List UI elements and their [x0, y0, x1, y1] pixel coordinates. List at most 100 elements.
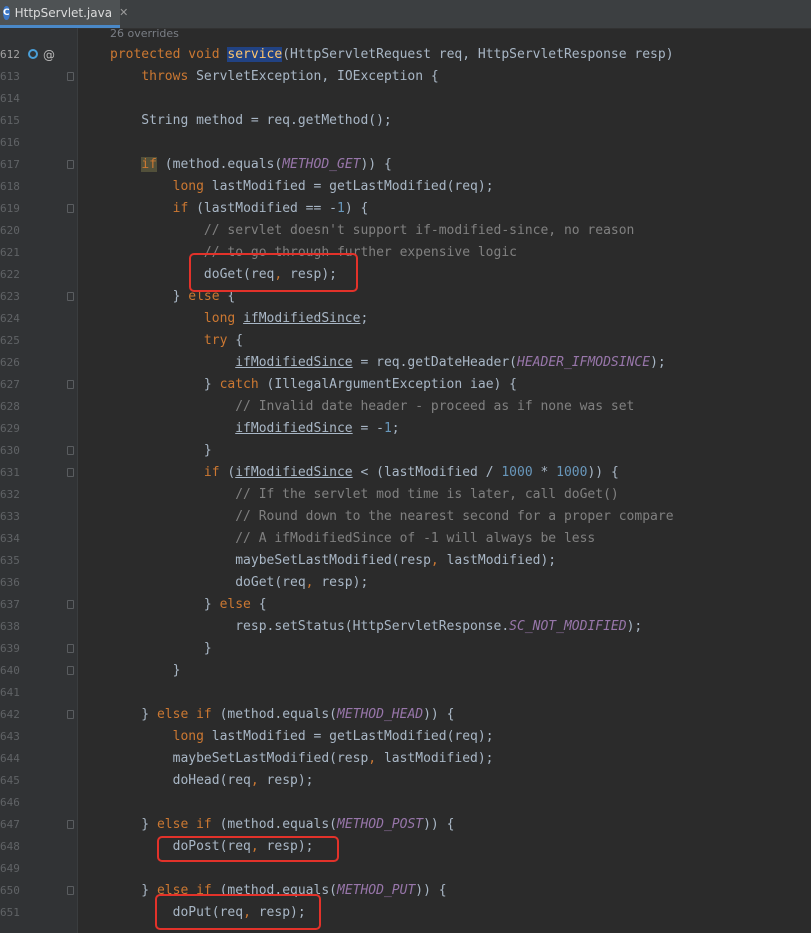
- override-marker-icon[interactable]: @: [43, 44, 55, 66]
- code-line[interactable]: 631 if (ifModifiedSince < (lastModified …: [0, 462, 811, 484]
- code-text: } else if (method.equals(METHOD_PUT)) {: [110, 880, 446, 902]
- code-line[interactable]: 641: [0, 682, 811, 704]
- code-token: doGet(req: [110, 267, 275, 282]
- code-text: doPost(req, resp);: [110, 836, 314, 858]
- code-line[interactable]: 612 @ protected void service(HttpServletRe…: [0, 44, 811, 66]
- code-token: )) {: [587, 465, 619, 480]
- code-line[interactable]: 639 }: [0, 638, 811, 660]
- code-token: ,: [250, 773, 267, 788]
- code-line[interactable]: 643 long lastModified = getLastModified(…: [0, 726, 811, 748]
- code-token: METHOD_POST: [337, 817, 424, 832]
- fold-marker-icon[interactable]: [67, 886, 74, 895]
- code-token: else if: [156, 707, 220, 722]
- code-line[interactable]: 618 long lastModified = getLastModified(…: [0, 176, 811, 198]
- code-text: } else if (method.equals(METHOD_HEAD)) {: [110, 704, 454, 726]
- line-number: 635: [0, 554, 20, 567]
- code-text: maybeSetLastModified(resp, lastModified)…: [110, 550, 556, 572]
- fold-marker-icon[interactable]: [67, 820, 74, 829]
- code-text: String method = req.getMethod();: [110, 110, 391, 132]
- fold-marker-icon[interactable]: [67, 468, 74, 477]
- code-line[interactable]: 630 }: [0, 440, 811, 462]
- code-line[interactable]: 634 // A ifModifiedSince of -1 will alwa…: [0, 528, 811, 550]
- line-number: 644: [0, 752, 20, 765]
- code-line[interactable]: 647 } else if (method.equals(METHOD_POST…: [0, 814, 811, 836]
- code-token: catch: [219, 377, 267, 392]
- code-token: ) {: [344, 201, 369, 216]
- code-text: throws ServletException, IOException {: [110, 66, 438, 88]
- fold-marker-icon[interactable]: [67, 380, 74, 389]
- code-token: 1000: [501, 465, 533, 480]
- code-text: } else {: [110, 594, 267, 616]
- code-line[interactable]: 628 // Invalid date header - proceed as …: [0, 396, 811, 418]
- code-line[interactable]: 623 } else {: [0, 286, 811, 308]
- code-line[interactable]: 642 } else if (method.equals(METHOD_HEAD…: [0, 704, 811, 726]
- fold-marker-icon[interactable]: [67, 710, 74, 719]
- overrides-hint[interactable]: 26 overrides: [110, 28, 179, 40]
- line-number: 622: [0, 268, 20, 281]
- code-line[interactable]: 650 } else if (method.equals(METHOD_PUT)…: [0, 880, 811, 902]
- code-token: (method.equals(: [219, 707, 337, 722]
- code-line[interactable]: 625 try {: [0, 330, 811, 352]
- fold-marker-icon[interactable]: [67, 666, 74, 675]
- code-line[interactable]: 644 maybeSetLastModified(resp, lastModif…: [0, 748, 811, 770]
- code-line[interactable]: 638 resp.setStatus(HttpServletResponse.S…: [0, 616, 811, 638]
- code-token: if: [172, 201, 197, 216]
- code-line[interactable]: 637 } else {: [0, 594, 811, 616]
- fold-marker-icon[interactable]: [67, 644, 74, 653]
- code-line[interactable]: 645 doHead(req, resp);: [0, 770, 811, 792]
- code-token: else if: [156, 817, 220, 832]
- code-token: resp.setStatus(HttpServletResponse.: [110, 619, 510, 634]
- line-number: 612: [0, 48, 20, 61]
- code-line[interactable]: 629 ifModifiedSince = -1;: [0, 418, 811, 440]
- close-icon[interactable]: ✕: [119, 6, 128, 19]
- code-line[interactable]: 620 // servlet doesn't support if-modifi…: [0, 220, 811, 242]
- code-line[interactable]: 632 // If the servlet mod time is later,…: [0, 484, 811, 506]
- implementation-marker-icon[interactable]: [28, 49, 38, 59]
- code-line[interactable]: 616: [0, 132, 811, 154]
- line-number: 645: [0, 774, 20, 787]
- code-token: doPut(req: [110, 905, 244, 920]
- code-text: if (ifModifiedSince < (lastModified / 10…: [110, 462, 619, 484]
- line-number: 620: [0, 224, 20, 237]
- line-number: 616: [0, 136, 20, 149]
- fold-marker-icon[interactable]: [67, 72, 74, 81]
- line-number: 649: [0, 862, 20, 875]
- fold-marker-icon[interactable]: [67, 292, 74, 301]
- line-number: 625: [0, 334, 20, 347]
- fold-marker-icon[interactable]: [67, 160, 74, 169]
- code-line[interactable]: 621 // to go through further expensive l…: [0, 242, 811, 264]
- code-line[interactable]: 614: [0, 88, 811, 110]
- code-text: maybeSetLastModified(resp, lastModified)…: [110, 748, 494, 770]
- code-line[interactable]: 646: [0, 792, 811, 814]
- code-line[interactable]: 624 long ifModifiedSince;: [0, 308, 811, 330]
- fold-marker-icon[interactable]: [67, 446, 74, 455]
- code-text: long lastModified = getLastModified(req)…: [110, 176, 494, 198]
- code-token: )) {: [423, 817, 455, 832]
- code-text: if (lastModified == -1) {: [110, 198, 369, 220]
- code-line[interactable]: 649: [0, 858, 811, 880]
- code-token: SC_NOT_MODIFIED: [509, 619, 627, 634]
- code-line[interactable]: 627 } catch (IllegalArgumentException ia…: [0, 374, 811, 396]
- code-line[interactable]: 633 // Round down to the nearest second …: [0, 506, 811, 528]
- code-line[interactable]: 622 doGet(req, resp);: [0, 264, 811, 286]
- code-line[interactable]: 626 ifModifiedSince = req.getDateHeader(…: [0, 352, 811, 374]
- line-number: 627: [0, 378, 20, 391]
- code-token: )) {: [423, 707, 455, 722]
- code-line[interactable]: 640 }: [0, 660, 811, 682]
- code-line[interactable]: 636 doGet(req, resp);: [0, 572, 811, 594]
- fold-marker-icon[interactable]: [67, 600, 74, 609]
- code-line[interactable]: 617 if (method.equals(METHOD_GET)) {: [0, 154, 811, 176]
- code-token: doGet(req: [110, 575, 306, 590]
- code-line[interactable]: 615 String method = req.getMethod();: [0, 110, 811, 132]
- code-token: maybeSetLastModified(resp: [110, 553, 431, 568]
- fold-marker-icon[interactable]: [67, 204, 74, 213]
- code-line[interactable]: 619 if (lastModified == -1) {: [0, 198, 811, 220]
- code-line[interactable]: 651 doPut(req, resp);: [0, 902, 811, 924]
- tab-httpservlet-java[interactable]: C HttpServlet.java ✕: [0, 0, 128, 28]
- code-line[interactable]: 648 doPost(req, resp);: [0, 836, 811, 858]
- code-token: (lastModified == -: [196, 201, 337, 216]
- code-line[interactable]: 635 maybeSetLastModified(resp, lastModif…: [0, 550, 811, 572]
- code-line[interactable]: 613 throws ServletException, IOException…: [0, 66, 811, 88]
